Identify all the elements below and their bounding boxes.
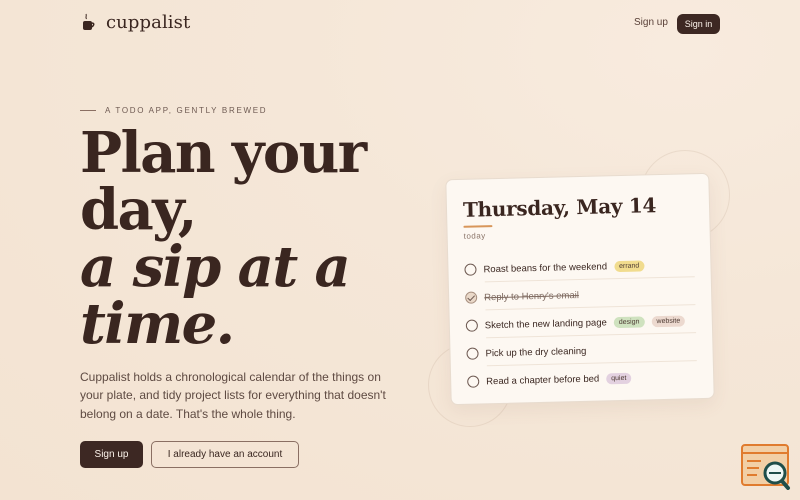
headline-line-3: a sip at a: [80, 234, 351, 300]
task-checkbox[interactable]: [466, 347, 479, 360]
eyebrow-text: A TODO APP, GENTLY BREWED: [105, 106, 268, 115]
signup-button[interactable]: Sign up: [80, 441, 143, 468]
existing-account-button[interactable]: I already have an account: [151, 441, 299, 468]
nav-signup-link[interactable]: Sign up: [634, 17, 668, 28]
task-label: Read a chapter before bed: [486, 373, 600, 387]
browser-search-icon[interactable]: [741, 443, 791, 490]
task-divider: [485, 304, 696, 311]
hero-description: Cuppalist holds a chronological calendar…: [80, 370, 386, 421]
task-tag: errand: [613, 259, 645, 272]
task-tag: design: [613, 315, 645, 328]
task-checkbox[interactable]: [464, 263, 477, 276]
coffee-cup-icon: [81, 13, 97, 33]
card-date-title: Thursday, May 14: [462, 193, 657, 222]
brand-logo[interactable]: cuppalist: [81, 12, 190, 33]
task-item[interactable]: Reply to Henry's email: [465, 287, 579, 306]
task-item[interactable]: Pick up the dry cleaning: [466, 343, 587, 362]
task-divider: [484, 276, 695, 283]
headline-line-1: Plan your: [80, 120, 367, 186]
task-item[interactable]: Roast beans for the weekend errand: [464, 257, 645, 277]
task-checkbox-checked[interactable]: [465, 291, 478, 304]
headline-line-4: time.: [80, 291, 235, 357]
task-tag: quiet: [606, 372, 632, 384]
task-divider: [486, 360, 697, 367]
task-item[interactable]: Sketch the new landing page design websi…: [465, 312, 686, 333]
task-checkbox[interactable]: [467, 375, 480, 388]
card-title-underline: [463, 225, 493, 228]
task-tag: website: [651, 314, 686, 327]
task-label: Pick up the dry cleaning: [485, 345, 587, 359]
nav-signin-button[interactable]: Sign in: [677, 14, 720, 34]
task-label: Roast beans for the weekend: [483, 260, 608, 275]
brand-name: cuppalist: [106, 12, 191, 33]
task-item[interactable]: Read a chapter before bed quiet: [467, 370, 632, 390]
headline-line-2: day,: [80, 177, 197, 243]
task-checkbox[interactable]: [465, 319, 479, 332]
eyebrow-rule: [80, 110, 96, 111]
eyebrow: A TODO APP, GENTLY BREWED: [80, 106, 267, 115]
day-card: Thursday, May 14 today Roast beans for t…: [445, 172, 715, 406]
task-divider: [486, 332, 697, 339]
card-subtitle: today: [463, 231, 486, 241]
hero-headline: Plan your day, a sip at a time.: [80, 120, 367, 357]
task-label: Sketch the new landing page: [484, 316, 607, 331]
task-label: Reply to Henry's email: [484, 289, 580, 303]
